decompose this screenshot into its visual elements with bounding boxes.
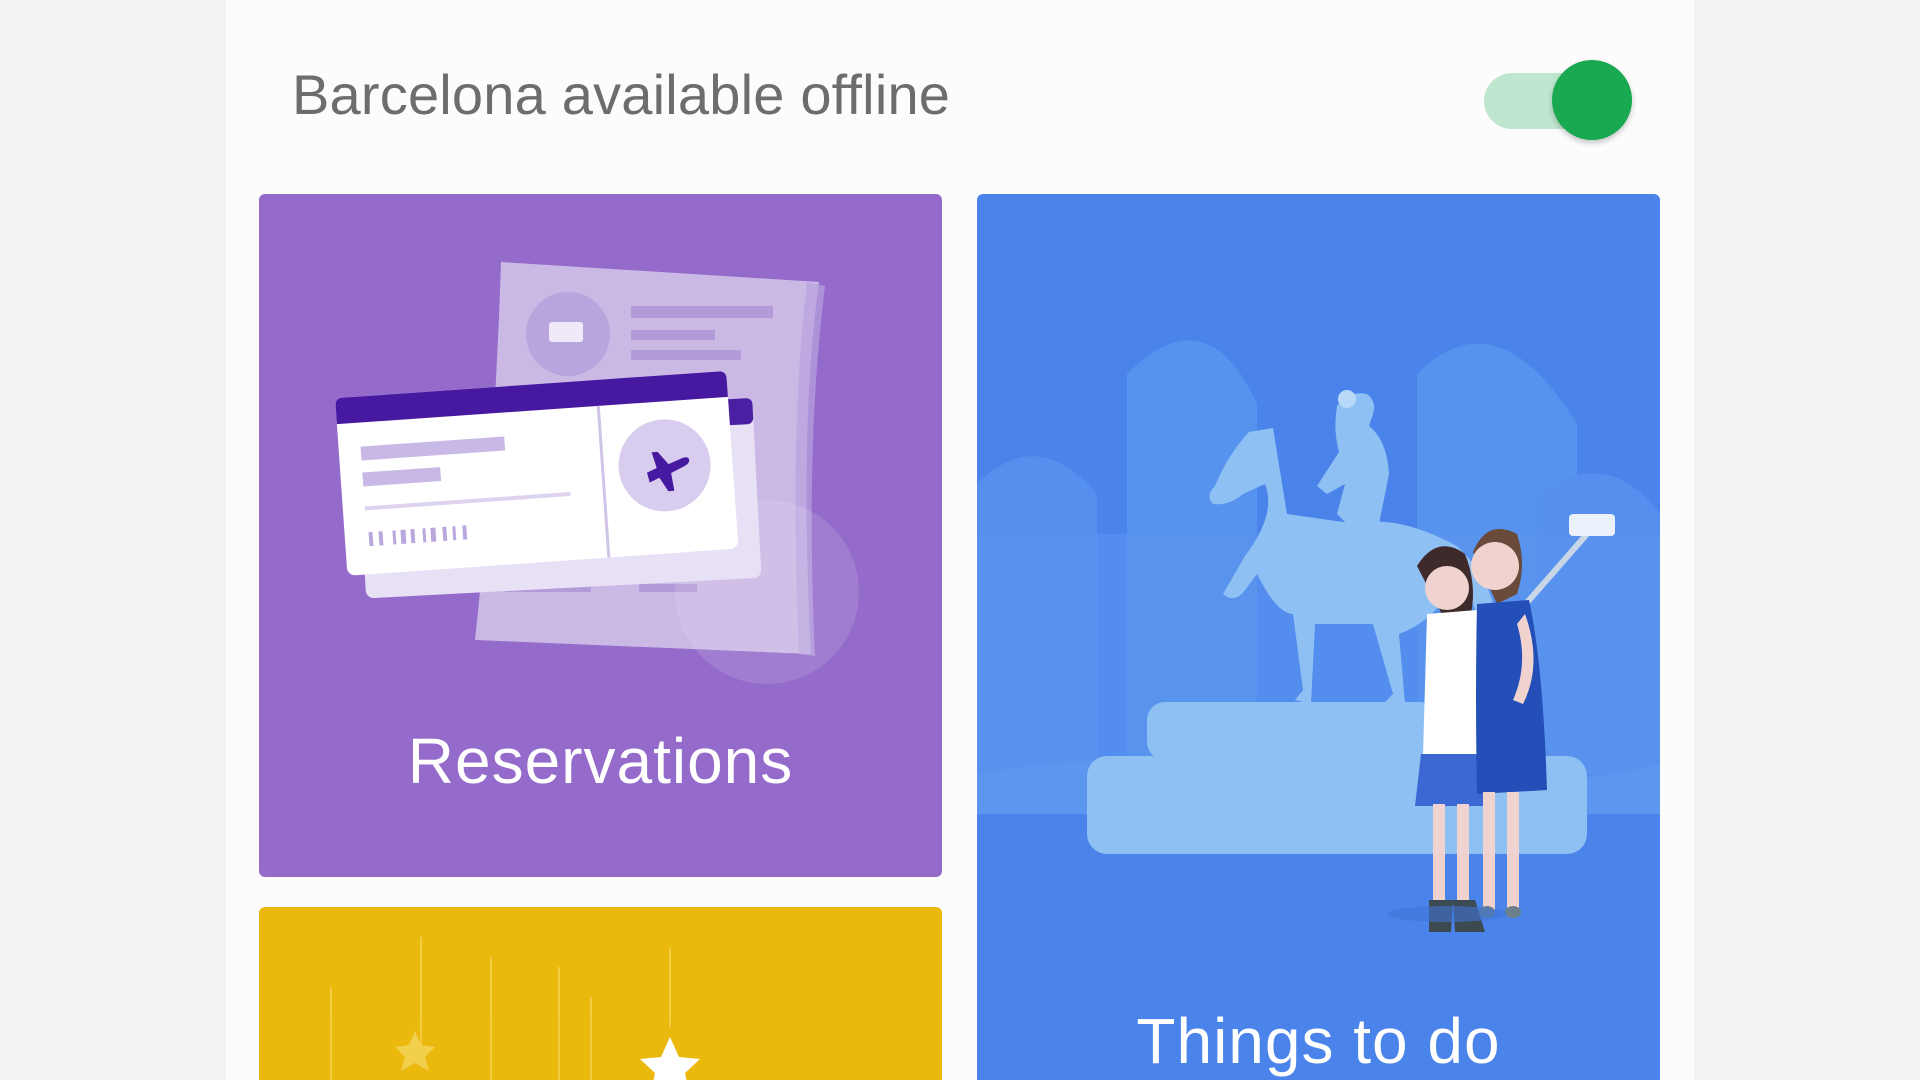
reservations-card[interactable]: Reservations xyxy=(259,194,942,877)
toggle-knob xyxy=(1552,60,1632,140)
offline-toggle[interactable] xyxy=(1484,60,1634,140)
things-to-do-illustration-icon xyxy=(977,340,1660,932)
things-to-do-card[interactable]: Things to do xyxy=(977,194,1660,1080)
reservations-label: Reservations xyxy=(407,725,794,797)
third-card[interactable] xyxy=(259,907,942,1080)
offline-title: Barcelona available offline xyxy=(292,63,951,126)
offline-panel: Barcelona available offline Reservations… xyxy=(226,0,1694,1080)
things-to-do-label: Things to do xyxy=(1136,1005,1501,1077)
stars-illustration-icon xyxy=(330,937,700,1080)
